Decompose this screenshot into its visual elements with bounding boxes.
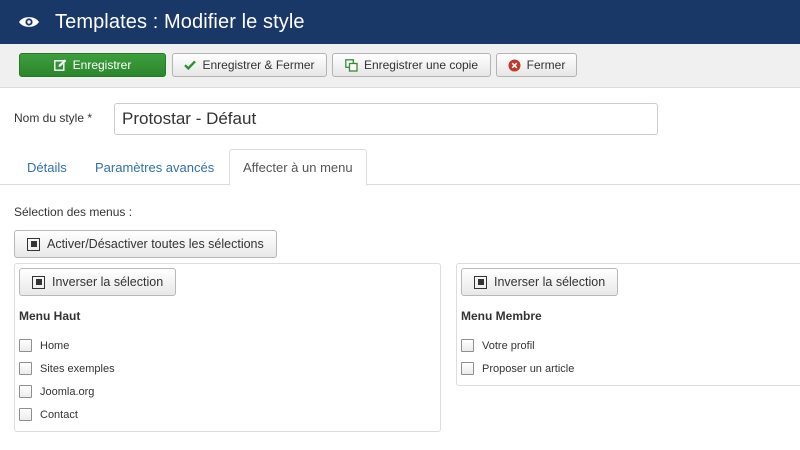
tab-advanced-label: Paramètres avancés [95, 159, 215, 175]
toggle-all-button[interactable]: Activer/Désactiver toutes les sélections [14, 230, 277, 258]
menu-item-label: Sites exemples [40, 362, 115, 375]
close-label: Fermer [526, 58, 566, 72]
menu-panel-member: Inverser la sélection Menu Membre Votre … [456, 263, 800, 386]
save-button[interactable]: Enregistrer [19, 53, 166, 77]
menu-item-checkbox[interactable] [461, 362, 474, 375]
invert-selection-label: Inverser la sélection [494, 275, 606, 289]
tab-details-label: Détails [27, 159, 67, 175]
checkbox-square-icon [474, 275, 487, 289]
close-button[interactable]: Fermer [496, 53, 577, 77]
menu-item-checkbox[interactable] [19, 339, 32, 352]
eye-icon [18, 14, 40, 30]
tab-details[interactable]: Détails [14, 149, 80, 185]
menu-panel-top: Inverser la sélection Menu Haut Home Sit… [14, 263, 441, 432]
invert-selection-button[interactable]: Inverser la sélection [461, 268, 619, 296]
save-close-button[interactable]: Enregistrer & Fermer [172, 53, 327, 77]
tab-advanced[interactable]: Paramètres avancés [82, 149, 227, 185]
menu-item: Contact [19, 408, 78, 421]
save-close-label: Enregistrer & Fermer [202, 58, 315, 72]
menu-item-checkbox[interactable] [19, 362, 32, 375]
edit-icon [53, 59, 67, 71]
menu-item: Votre profil [461, 339, 535, 352]
toolbar: Enregistrer Enregistrer & Fermer Enregis… [0, 44, 800, 88]
menu-item-label: Proposer un article [482, 362, 575, 375]
save-label: Enregistrer [72, 58, 132, 72]
invert-selection-label: Inverser la sélection [52, 275, 164, 289]
menu-item-checkbox[interactable] [461, 339, 474, 352]
menu-item-label: Home [40, 339, 70, 352]
menu-item-label: Contact [40, 408, 78, 421]
invert-selection-button[interactable]: Inverser la sélection [19, 268, 177, 296]
header-bar: Templates : Modifier le style [0, 0, 800, 44]
style-name-label: Nom du style * [14, 111, 93, 125]
menu-item-checkbox[interactable] [19, 385, 32, 398]
tab-menu-assignment[interactable]: Affecter à un menu [229, 149, 367, 186]
checkbox-square-icon [32, 275, 45, 289]
tab-menu-assignment-label: Affecter à un menu [243, 160, 353, 175]
menu-item-label: Votre profil [482, 339, 535, 352]
menu-item-label: Joomla.org [40, 385, 95, 398]
menu-item: Proposer un article [461, 362, 574, 375]
menu-item-checkbox[interactable] [19, 408, 32, 421]
copy-icon [345, 58, 358, 72]
menu-item: Joomla.org [19, 385, 94, 398]
save-copy-button[interactable]: Enregistrer une copie [332, 53, 491, 77]
menu-item: Home [19, 339, 69, 352]
style-name-input[interactable] [114, 103, 658, 135]
checkbox-square-icon [27, 237, 40, 251]
page-title: Templates : Modifier le style [55, 10, 305, 33]
menu-title: Menu Membre [461, 309, 542, 323]
menu-item: Sites exemples [19, 362, 115, 375]
toggle-all-label: Activer/Désactiver toutes les sélections [47, 237, 264, 251]
close-circle-icon [508, 59, 521, 72]
tab-bar: Détails Paramètres avancés Affecter à un… [0, 149, 800, 186]
check-icon [184, 60, 197, 70]
save-copy-label: Enregistrer une copie [363, 58, 479, 72]
menu-selection-label: Sélection des menus : [14, 205, 133, 219]
menu-title: Menu Haut [19, 309, 81, 323]
